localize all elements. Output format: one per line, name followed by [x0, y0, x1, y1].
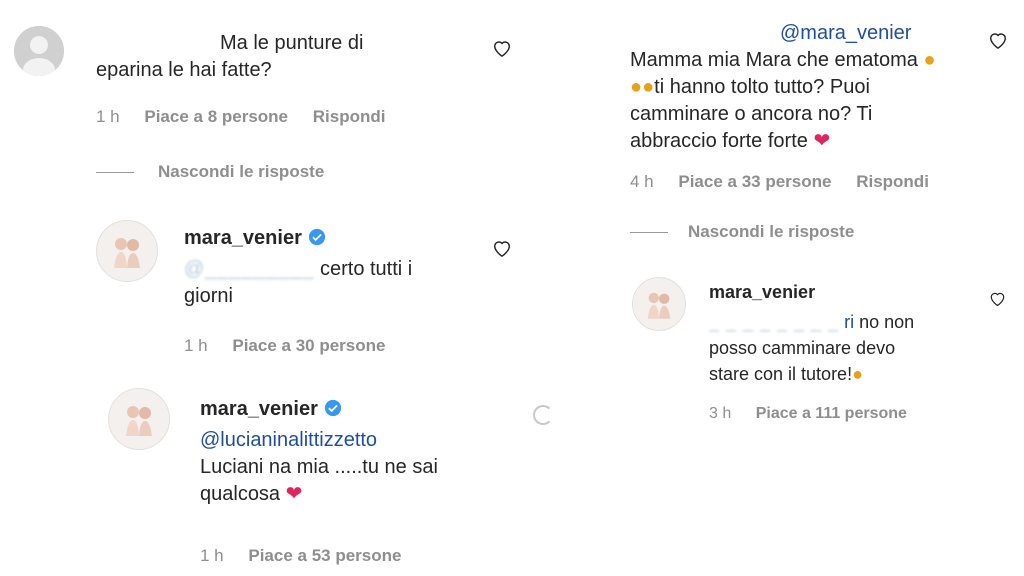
verified-badge-icon: [324, 399, 341, 417]
heart-icon[interactable]: [491, 238, 513, 258]
comment-line: ti hanno tolto tutto? Puoi: [654, 76, 870, 98]
comment-time: 4 h: [630, 172, 654, 191]
username[interactable]: mara_venier: [184, 227, 326, 250]
reply-line: giorni: [184, 285, 233, 307]
mention-link[interactable]: @mara_venier: [780, 22, 911, 44]
reply-text: @_________ certo tutti i giorni: [184, 256, 484, 310]
username[interactable]: mara_venier: [709, 282, 815, 303]
redacted-mention: @_________: [184, 258, 315, 280]
username-link[interactable]: mara_venier: [709, 282, 815, 302]
reply-time: 1 h: [184, 336, 208, 355]
reply-line: certo tutti i: [314, 258, 413, 280]
heart-icon[interactable]: [988, 290, 1007, 307]
likes-link[interactable]: Piace a 53 persone: [248, 546, 401, 565]
mention-link[interactable]: ri: [844, 312, 854, 332]
commenter-avatar[interactable]: [14, 26, 64, 76]
comment-line: Ma le punture di: [220, 32, 364, 54]
reply-button[interactable]: Rispondi: [313, 107, 386, 126]
likes-link[interactable]: Piace a 33 persone: [678, 172, 831, 191]
comment-line: abbraccio forte forte: [630, 130, 808, 152]
comment-meta: 1 h Piace a 8 persone Rispondi: [96, 107, 405, 127]
reply-meta: 1 h Piace a 30 persone: [184, 336, 405, 356]
reply-meta: 1 h Piace a 53 persone: [200, 546, 421, 566]
scream-emoji-icon: ●●: [630, 76, 655, 98]
reply-line: stare con il tutore!: [709, 364, 853, 384]
comment-time: 1 h: [96, 107, 120, 126]
reply-meta: 3 h Piace a 111 persone: [709, 405, 927, 423]
reply-line: qualcosa: [200, 483, 281, 505]
heart-icon[interactable]: [491, 38, 513, 58]
avatar[interactable]: [108, 388, 170, 450]
comment-text: Ma le punture di eparina le hai fatte?: [96, 30, 466, 84]
scream-emoji-icon: ●: [923, 49, 936, 71]
hide-replies-toggle[interactable]: Nascondi le risposte: [96, 162, 324, 182]
heart-icon[interactable]: [987, 30, 1009, 50]
hide-replies-toggle[interactable]: Nascondi le risposte: [630, 222, 854, 242]
reply-text: _ _ _ _ _ _ _ _ ri no non posso camminar…: [709, 309, 969, 387]
username-link[interactable]: mara_venier: [184, 227, 302, 249]
username-link[interactable]: mara_venier: [200, 398, 318, 420]
divider-line: [96, 172, 134, 174]
heart-emoji-icon: ❤: [813, 130, 831, 152]
hide-replies-label: Nascondi le risposte: [158, 162, 325, 181]
hide-replies-label: Nascondi le risposte: [688, 222, 855, 241]
heart-emoji-icon: ❤: [285, 483, 303, 505]
redacted-mention: _ _ _ _ _ _ _ _: [709, 312, 840, 332]
avatar[interactable]: [632, 277, 686, 331]
reply-line: Luciani na mia .....tu ne sai: [200, 456, 438, 478]
likes-link[interactable]: Piace a 8 persone: [144, 107, 288, 126]
reply-text: @lucianinalittizzetto Luciani na mia ...…: [200, 427, 520, 508]
verified-badge-icon: [308, 228, 325, 246]
mention-link[interactable]: @lucianinalittizzetto: [200, 427, 520, 454]
default-avatar-icon: [14, 26, 64, 76]
likes-link[interactable]: Piace a 111 persone: [756, 405, 907, 422]
comment-line: camminare o ancora no? Ti: [630, 103, 873, 125]
reply-time: 1 h: [200, 546, 224, 565]
reply-time: 3 h: [709, 405, 732, 422]
comment-line: Mamma mia Mara che ematoma: [630, 49, 918, 71]
profile-photo-icon: [126, 406, 152, 436]
profile-photo-icon: [114, 238, 140, 268]
reply-line: no non: [854, 312, 915, 332]
comment-line: eparina le hai fatte?: [96, 59, 272, 81]
avatar[interactable]: [96, 220, 158, 282]
reply-button[interactable]: Rispondi: [856, 172, 929, 191]
divider-line: [630, 232, 668, 234]
likes-link[interactable]: Piace a 30 persone: [232, 336, 385, 355]
profile-photo-icon: [647, 292, 671, 319]
reply-line: posso camminare devo: [709, 338, 896, 358]
spinner-icon: [533, 405, 553, 425]
comment-meta: 4 h Piace a 33 persone Rispondi: [630, 172, 949, 192]
comment-text: @mara_venier Mamma mia Mara che ematoma …: [630, 20, 980, 155]
username[interactable]: mara_venier: [200, 398, 342, 421]
cry-emoji-icon: ●: [852, 364, 863, 384]
